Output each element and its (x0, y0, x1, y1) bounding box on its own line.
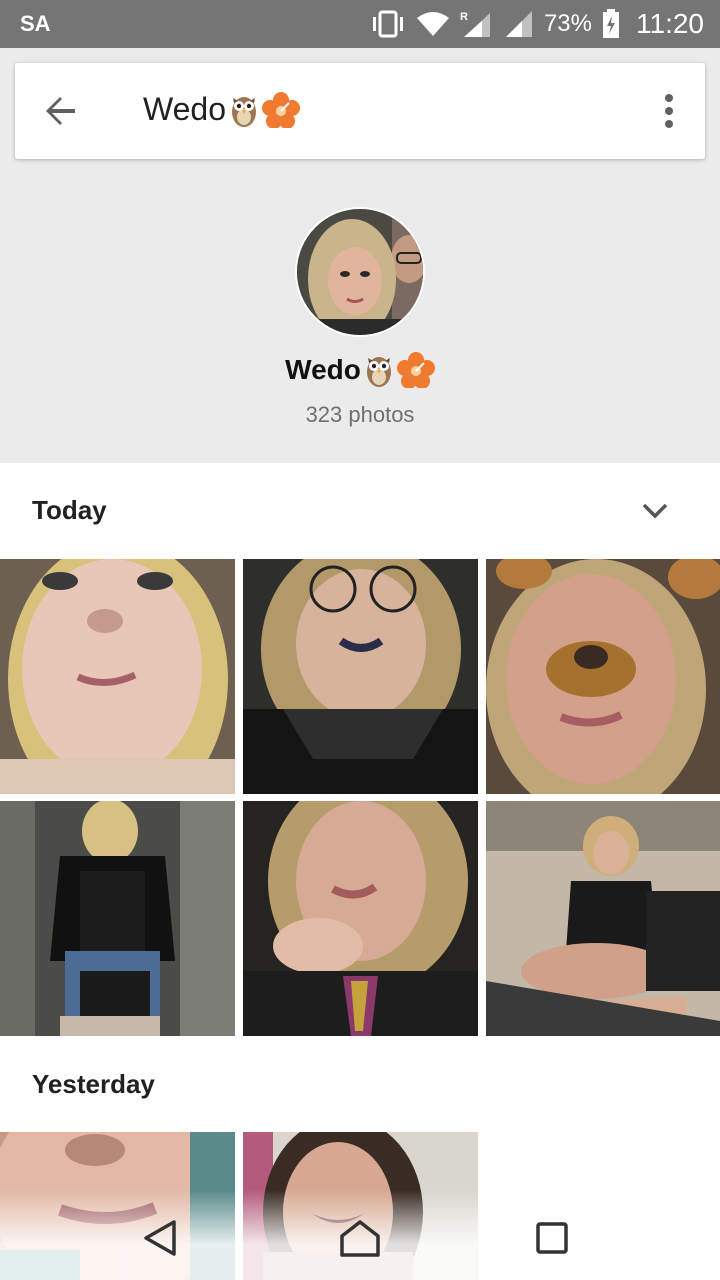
more-vert-icon (665, 94, 673, 128)
battery-charging-icon (602, 9, 620, 39)
battery-percent: 73% (543, 10, 592, 37)
photo-thumbnail[interactable] (486, 559, 720, 794)
photo-count: 323 photos (305, 402, 415, 427)
recents-icon (536, 1222, 568, 1254)
section-header-yesterday: Yesterday (32, 1069, 155, 1099)
home-icon (340, 1220, 380, 1257)
hibiscus-emoji-icon (262, 91, 301, 128)
photo-thumbnail[interactable] (486, 801, 720, 1036)
app-bar: Wedo (15, 63, 705, 159)
svg-text:R: R (460, 11, 468, 23)
vibrate-icon (370, 10, 406, 38)
chevron-down-icon (642, 503, 668, 519)
photo-thumbnail[interactable] (243, 559, 478, 794)
album-name: Wedo (0, 352, 720, 388)
avatar[interactable] (295, 207, 425, 337)
more-options-button[interactable] (651, 87, 687, 135)
photo-thumbnail[interactable] (0, 559, 235, 794)
section-header-today: Today (32, 495, 107, 525)
owl-emoji-icon (232, 96, 257, 127)
photo-thumbnail[interactable] (243, 801, 478, 1036)
album-title-text: Wedo (143, 91, 227, 127)
back-button[interactable] (39, 89, 83, 133)
screen: SA R 73% 11:20 Wedo Wedo 323 photos Toda… (0, 0, 720, 1280)
signal-icon (504, 9, 534, 39)
signal-roaming-icon: R (460, 9, 494, 39)
album-name-text: Wedo (285, 354, 361, 385)
owl-emoji-icon (366, 357, 391, 387)
back-triangle-icon (144, 1220, 176, 1256)
status-bar: SA R 73% 11:20 (0, 0, 720, 48)
collapse-section-button[interactable] (638, 496, 672, 526)
status-icons: R 73% 11:20 (370, 0, 704, 48)
nav-recents-button[interactable] (522, 1210, 582, 1266)
nav-back-button[interactable] (130, 1210, 190, 1266)
nav-home-button[interactable] (330, 1210, 390, 1266)
arrow-back-icon (46, 97, 75, 125)
wifi-icon (416, 10, 450, 38)
photo-thumbnail[interactable] (0, 801, 235, 1036)
clock: 11:20 (636, 8, 704, 39)
album-title: Wedo (143, 91, 301, 128)
carrier-label: SA (20, 11, 51, 36)
hibiscus-emoji-icon (396, 352, 435, 388)
